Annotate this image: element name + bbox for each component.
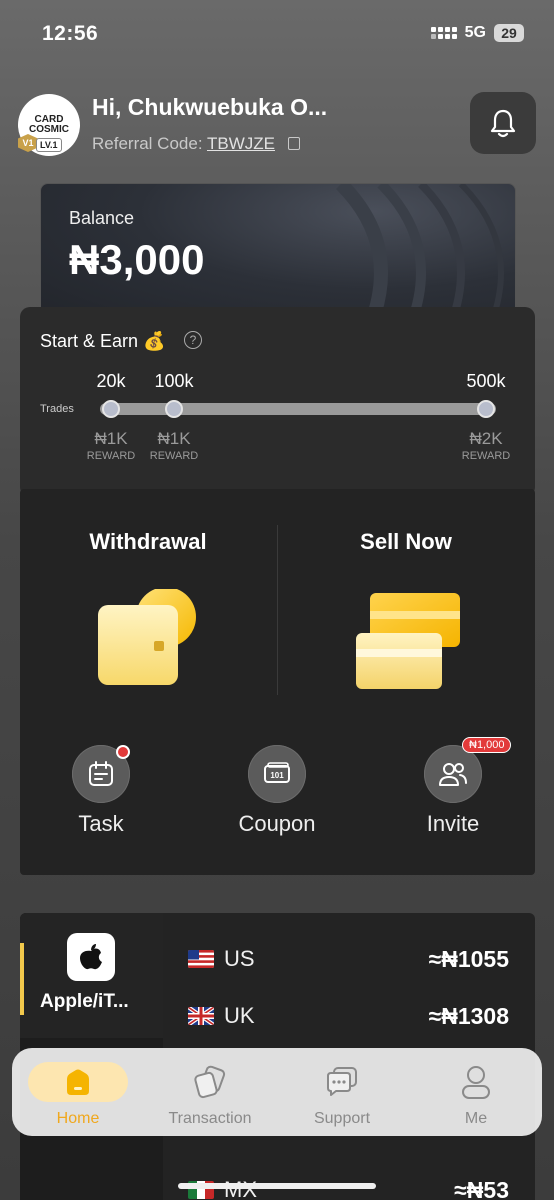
- tab-support[interactable]: Support: [292, 1062, 392, 1128]
- tab-me-icon-wrap: [426, 1062, 526, 1102]
- signal-icon: [430, 27, 457, 39]
- sell-now-title: Sell Now: [360, 529, 452, 554]
- rate-row-us[interactable]: US ≈₦1055: [188, 944, 509, 974]
- trades-progress-track: [100, 403, 496, 415]
- task-icon-circle: [72, 745, 130, 803]
- invite-reward-badge: ₦1,000: [462, 737, 512, 753]
- actions-panel: Withdrawal Sell Now Task 101 Coupon ₦1,0…: [20, 489, 535, 875]
- coupon-label: Coupon: [238, 811, 316, 836]
- users-icon: [439, 763, 467, 786]
- task-label: Task: [78, 811, 124, 836]
- invite-label: Invite: [426, 811, 480, 836]
- referral-row: Referral Code: TBWJZE: [92, 134, 300, 154]
- avatar-logo: CARD COSMIC: [29, 114, 69, 135]
- tab-me[interactable]: Me: [426, 1062, 526, 1128]
- header: CARD COSMIC V1 LV.1 Hi, Chukwuebuka O...…: [18, 92, 536, 160]
- trades-label: Trades: [40, 403, 74, 415]
- withdrawal-title: Withdrawal: [89, 529, 207, 554]
- milestone-trades-2: 100k: [154, 371, 194, 391]
- apple-icon: [67, 933, 115, 981]
- tab-transaction-icon-wrap: [160, 1062, 260, 1102]
- category-label-apple: Apple/iT...: [40, 991, 129, 1012]
- greeting: Hi, Chukwuebuka O...: [92, 94, 328, 120]
- milestone-reward-label-3: REWARD: [461, 450, 511, 462]
- balance-label: Balance: [69, 208, 135, 228]
- tab-transaction[interactable]: Transaction: [160, 1062, 260, 1128]
- tab-home[interactable]: Home: [28, 1062, 128, 1128]
- rate-value: ≈₦1308: [428, 1002, 509, 1029]
- status-bar: 12:56 5G 29: [0, 0, 554, 60]
- tab-support-icon-wrap: [292, 1062, 392, 1102]
- svg-text:101: 101: [270, 771, 284, 780]
- status-indicators: 5G 29: [430, 24, 524, 42]
- tab-support-label: Support: [313, 1110, 371, 1127]
- ticket-icon: 101: [264, 762, 290, 783]
- start-earn-title: Start & Earn 💰: [40, 331, 166, 351]
- help-icon[interactable]: ?: [184, 331, 202, 349]
- bell-icon: [490, 109, 516, 138]
- copy-icon[interactable]: [287, 137, 300, 150]
- tab-home-label: Home: [56, 1110, 100, 1127]
- task-notification-dot: [116, 745, 130, 759]
- calendar-icon: [89, 761, 113, 786]
- wallet-icon: [98, 589, 196, 685]
- milestone-trades-3: 500k: [466, 371, 506, 391]
- notifications-button[interactable]: [470, 92, 536, 154]
- uk-flag-icon: [188, 1007, 214, 1025]
- invite-icon-circle: ₦1,000: [424, 737, 512, 803]
- invite-button[interactable]: ₦1,000 Invite: [398, 737, 512, 837]
- tab-home-highlight: [28, 1062, 128, 1102]
- country-label: UK: [224, 1003, 255, 1028]
- profile-icon: [462, 1066, 490, 1099]
- tab-me-label: Me: [464, 1110, 488, 1127]
- home-icon: [67, 1069, 89, 1095]
- milestone-dot-2: [165, 400, 183, 418]
- task-button[interactable]: Task: [46, 745, 156, 837]
- milestone-dot-1: [102, 400, 120, 418]
- milestone-trades-1: 20k: [96, 371, 126, 391]
- milestone-reward-label-2: REWARD: [149, 450, 199, 462]
- referral-label: Referral Code:: [92, 134, 203, 153]
- bottom-tab-bar: Home Transaction Support Me: [12, 1048, 542, 1136]
- cards-icon: [356, 593, 460, 689]
- coupon-button[interactable]: 101 Coupon: [222, 745, 332, 837]
- vip-badge: V1: [18, 134, 38, 152]
- category-item-apple[interactable]: Apple/iT...: [20, 913, 163, 1038]
- rate-value: ≈₦53: [454, 1176, 509, 1200]
- milestone-reward-3: ₦2K: [469, 429, 503, 448]
- avatar[interactable]: CARD COSMIC V1 LV.1: [18, 94, 80, 156]
- milestone-reward-2: ₦1K: [157, 429, 191, 448]
- category-active-indicator: [20, 943, 24, 1015]
- milestone-dot-3: [477, 400, 495, 418]
- start-earn-panel: Start & Earn 💰 ? Trades 20k ₦1K REWARD 1…: [20, 307, 535, 497]
- milestone-reward-1: ₦1K: [94, 429, 128, 448]
- home-indicator: [178, 1183, 376, 1189]
- coupon-icon-circle: 101: [248, 745, 306, 803]
- milestone-reward-label-1: REWARD: [86, 450, 136, 462]
- network-label: 5G: [464, 24, 486, 41]
- support-icon: [327, 1067, 357, 1096]
- tab-transaction-label: Transaction: [168, 1110, 252, 1127]
- rate-row-uk[interactable]: UK ≈₦1308: [188, 1001, 509, 1031]
- rate-value: ≈₦1055: [428, 945, 509, 972]
- battery-icon: 29: [494, 24, 524, 42]
- withdrawal-card[interactable]: Withdrawal: [20, 489, 277, 709]
- us-flag-icon: [188, 950, 214, 968]
- referral-code[interactable]: TBWJZE: [207, 134, 275, 153]
- level-badge: LV.1: [36, 138, 62, 152]
- country-label: US: [224, 946, 255, 971]
- balance-amount: ₦3,000: [69, 236, 205, 283]
- balance-card[interactable]: Balance ₦3,000: [40, 183, 516, 323]
- transaction-icon: [194, 1065, 226, 1099]
- status-time: 12:56: [42, 22, 99, 45]
